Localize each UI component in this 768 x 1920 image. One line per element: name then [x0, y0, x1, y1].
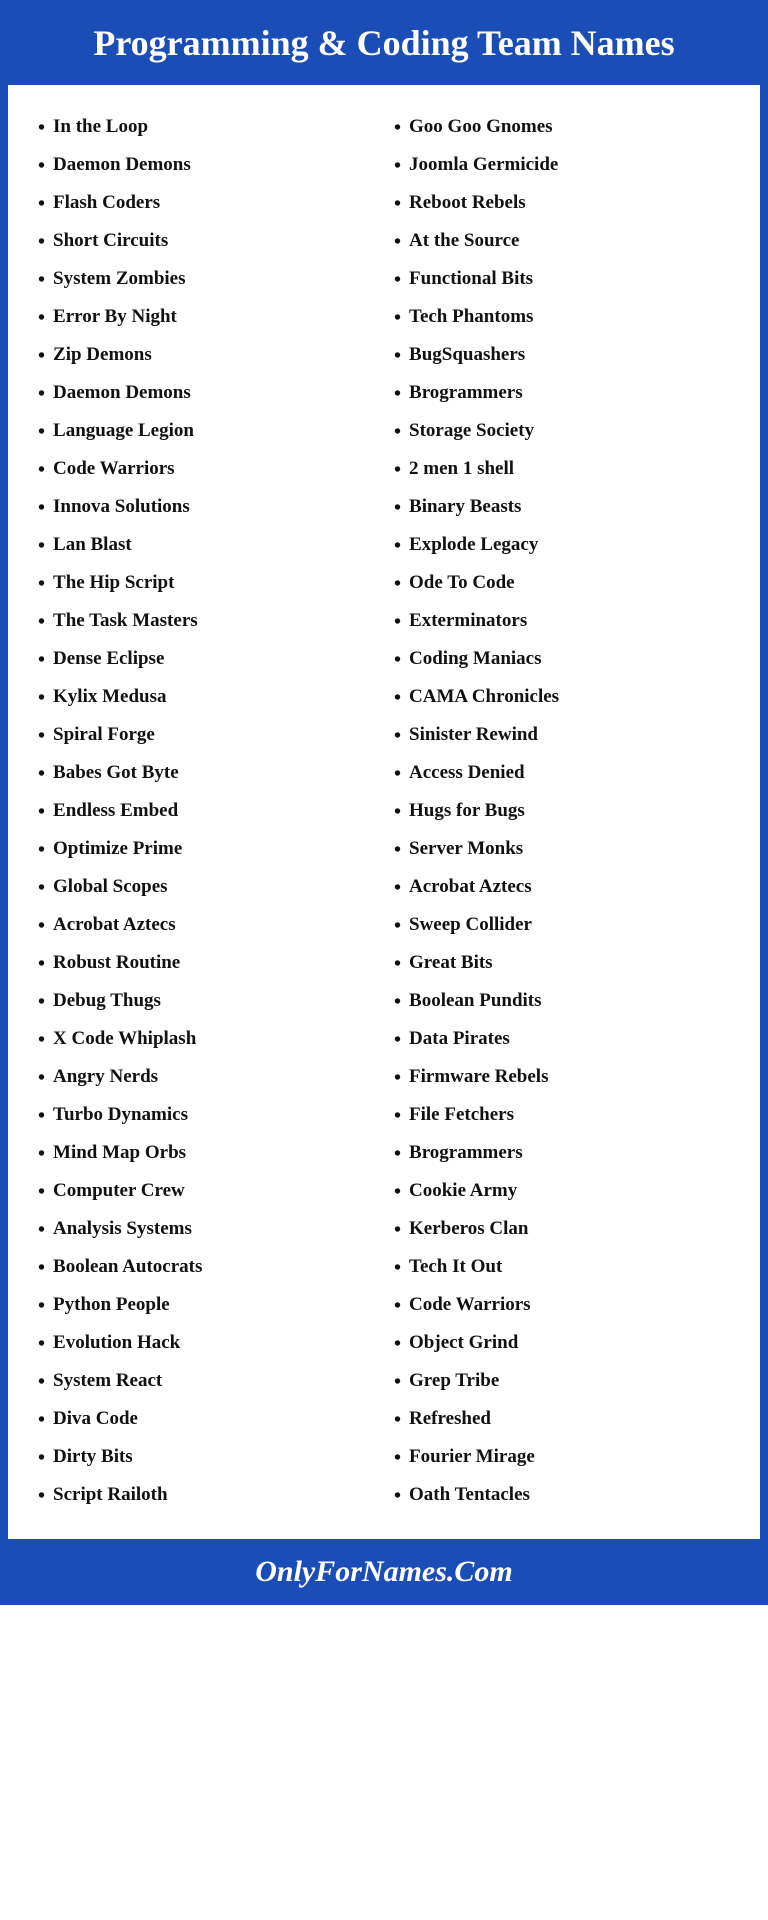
- list-item: Daemon Demons: [38, 375, 374, 413]
- list-item: Sinister Rewind: [394, 717, 730, 755]
- list-item: X Code Whiplash: [38, 1021, 374, 1059]
- list-item: Grep Tribe: [394, 1363, 730, 1401]
- list-item: Boolean Autocrats: [38, 1249, 374, 1287]
- list-item: Diva Code: [38, 1401, 374, 1439]
- list-item: Acrobat Aztecs: [394, 869, 730, 907]
- list-item: Daemon Demons: [38, 147, 374, 185]
- list-item: Refreshed: [394, 1401, 730, 1439]
- list-item: Data Pirates: [394, 1021, 730, 1059]
- list-item: Flash Coders: [38, 185, 374, 223]
- list-item: Access Denied: [394, 755, 730, 793]
- list-item: Zip Demons: [38, 337, 374, 375]
- list-item: Kylix Medusa: [38, 679, 374, 717]
- list-item: Tech Phantoms: [394, 299, 730, 337]
- list-item: At the Source: [394, 223, 730, 261]
- list-item: Brogrammers: [394, 1135, 730, 1173]
- list-item: Kerberos Clan: [394, 1211, 730, 1249]
- list-item: Object Grind: [394, 1325, 730, 1363]
- list-item: Cookie Army: [394, 1173, 730, 1211]
- list-item: Optimize Prime: [38, 831, 374, 869]
- list-item: Reboot Rebels: [394, 185, 730, 223]
- list-item: Lan Blast: [38, 527, 374, 565]
- list-item: Code Warriors: [394, 1287, 730, 1325]
- right-list: Goo Goo GnomesJoomla GermicideReboot Reb…: [394, 109, 730, 1515]
- list-item: Dirty Bits: [38, 1439, 374, 1477]
- list-item: Robust Routine: [38, 945, 374, 983]
- list-item: Tech It Out: [394, 1249, 730, 1287]
- list-item: Analysis Systems: [38, 1211, 374, 1249]
- list-item: Mind Map Orbs: [38, 1135, 374, 1173]
- list-item: System Zombies: [38, 261, 374, 299]
- list-item: Coding Maniacs: [394, 641, 730, 679]
- list-item: Global Scopes: [38, 869, 374, 907]
- list-item: Explode Legacy: [394, 527, 730, 565]
- list-item: File Fetchers: [394, 1097, 730, 1135]
- list-item: Acrobat Aztecs: [38, 907, 374, 945]
- list-item: Turbo Dynamics: [38, 1097, 374, 1135]
- list-item: Innova Solutions: [38, 489, 374, 527]
- list-item: Debug Thugs: [38, 983, 374, 1021]
- right-column: Goo Goo GnomesJoomla GermicideReboot Reb…: [384, 109, 730, 1515]
- list-item: Functional Bits: [394, 261, 730, 299]
- list-item: Error By Night: [38, 299, 374, 337]
- list-item: System React: [38, 1363, 374, 1401]
- list-item: Fourier Mirage: [394, 1439, 730, 1477]
- list-item: 2 men 1 shell: [394, 451, 730, 489]
- list-item: Computer Crew: [38, 1173, 374, 1211]
- list-item: Boolean Pundits: [394, 983, 730, 1021]
- list-item: Brogrammers: [394, 375, 730, 413]
- list-item: Code Warriors: [38, 451, 374, 489]
- list-item: Evolution Hack: [38, 1325, 374, 1363]
- list-item: Angry Nerds: [38, 1059, 374, 1097]
- list-item: Language Legion: [38, 413, 374, 451]
- page-wrapper: Programming & Coding Team Names In the L…: [0, 0, 768, 1605]
- list-item: Binary Beasts: [394, 489, 730, 527]
- footer: OnlyForNames.Com: [0, 1539, 768, 1605]
- list-item: BugSquashers: [394, 337, 730, 375]
- list-item: Firmware Rebels: [394, 1059, 730, 1097]
- list-item: Storage Society: [394, 413, 730, 451]
- columns: In the LoopDaemon DemonsFlash CodersShor…: [38, 109, 730, 1515]
- list-item: CAMA Chronicles: [394, 679, 730, 717]
- list-item: Exterminators: [394, 603, 730, 641]
- list-item: Oath Tentacles: [394, 1477, 730, 1515]
- list-item: Great Bits: [394, 945, 730, 983]
- header: Programming & Coding Team Names: [0, 0, 768, 85]
- left-list: In the LoopDaemon DemonsFlash CodersShor…: [38, 109, 374, 1515]
- list-item: The Hip Script: [38, 565, 374, 603]
- list-item: Dense Eclipse: [38, 641, 374, 679]
- list-item: In the Loop: [38, 109, 374, 147]
- list-item: Short Circuits: [38, 223, 374, 261]
- left-column: In the LoopDaemon DemonsFlash CodersShor…: [38, 109, 384, 1515]
- list-item: Ode To Code: [394, 565, 730, 603]
- footer-text: OnlyForNames.Com: [255, 1555, 513, 1588]
- content: In the LoopDaemon DemonsFlash CodersShor…: [0, 85, 768, 1539]
- list-item: The Task Masters: [38, 603, 374, 641]
- list-item: Endless Embed: [38, 793, 374, 831]
- list-item: Script Railoth: [38, 1477, 374, 1515]
- list-item: Babes Got Byte: [38, 755, 374, 793]
- list-item: Spiral Forge: [38, 717, 374, 755]
- list-item: Goo Goo Gnomes: [394, 109, 730, 147]
- list-item: Joomla Germicide: [394, 147, 730, 185]
- list-item: Hugs for Bugs: [394, 793, 730, 831]
- page-title: Programming & Coding Team Names: [20, 22, 748, 65]
- list-item: Sweep Collider: [394, 907, 730, 945]
- list-item: Python People: [38, 1287, 374, 1325]
- list-item: Server Monks: [394, 831, 730, 869]
